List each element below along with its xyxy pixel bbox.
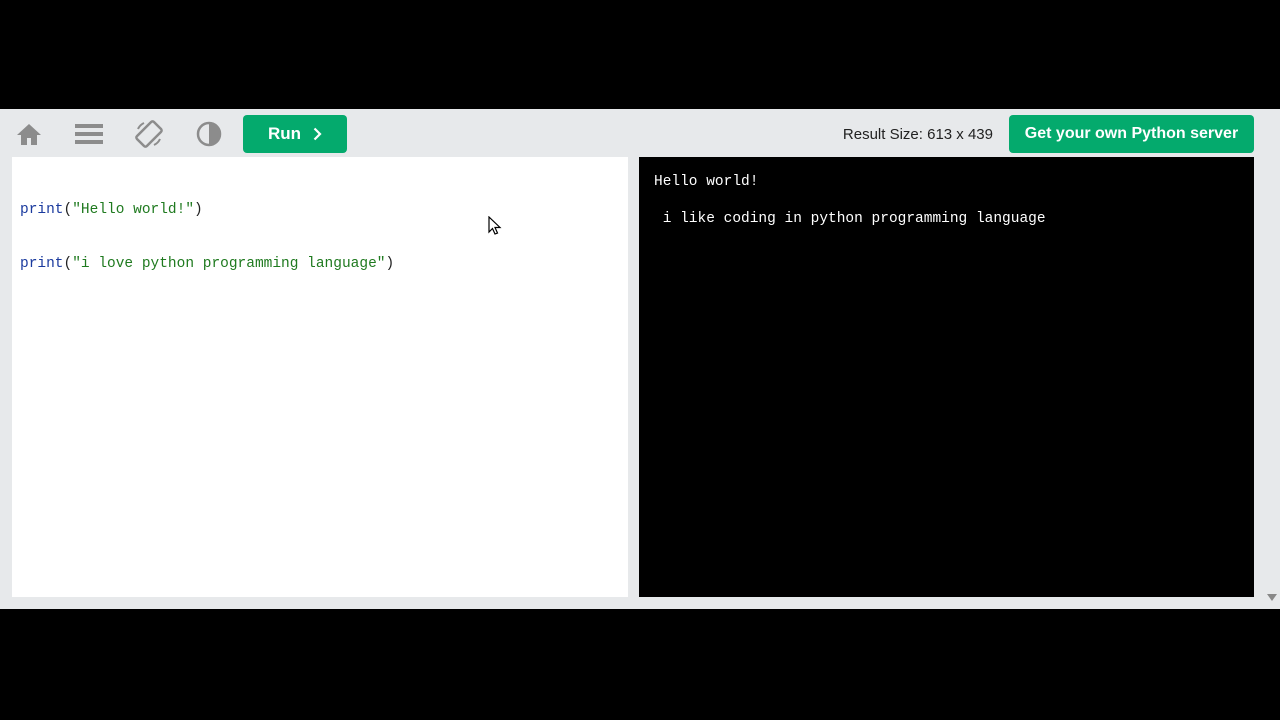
code-function: print [20,256,64,272]
contrast-icon[interactable] [189,117,229,151]
code-content[interactable]: print("Hello world!") print("i love pyth… [20,165,394,309]
code-punct: ) [194,202,203,218]
code-punct: ( [63,256,73,272]
code-string: "Hello world!" [72,202,195,218]
toolbar: Run Result Size: 613 x 439 Get your own … [0,109,1280,157]
output-line: i like coding in python programming lang… [654,211,1046,227]
output-line: Hello world! [654,174,759,190]
menu-icon[interactable] [69,117,109,151]
result-output: Hello world! i like coding in python pro… [639,157,1254,597]
tryit-app: Run Result Size: 613 x 439 Get your own … [0,109,1280,609]
rotate-icon[interactable] [129,117,169,151]
home-icon[interactable] [9,117,49,151]
code-punct: ) [385,256,395,272]
code-editor[interactable]: print("Hello world!") print("i love pyth… [12,157,628,597]
run-button[interactable]: Run [243,115,347,153]
run-button-label: Run [267,124,302,143]
code-function: print [20,202,64,218]
code-line[interactable]: print("Hello world!") [20,201,394,219]
code-string: "i love python programming language" [72,256,386,272]
get-server-button[interactable]: Get your own Python server [1009,115,1254,153]
scroll-down-arrow-icon[interactable] [1267,594,1277,601]
mouse-cursor-icon [488,215,502,241]
chevron-right-icon [313,127,322,141]
result-size-text: Result Size: 613 x 439 [842,126,993,143]
code-line[interactable]: print("i love python programming languag… [20,255,394,273]
code-punct: ( [63,202,73,218]
